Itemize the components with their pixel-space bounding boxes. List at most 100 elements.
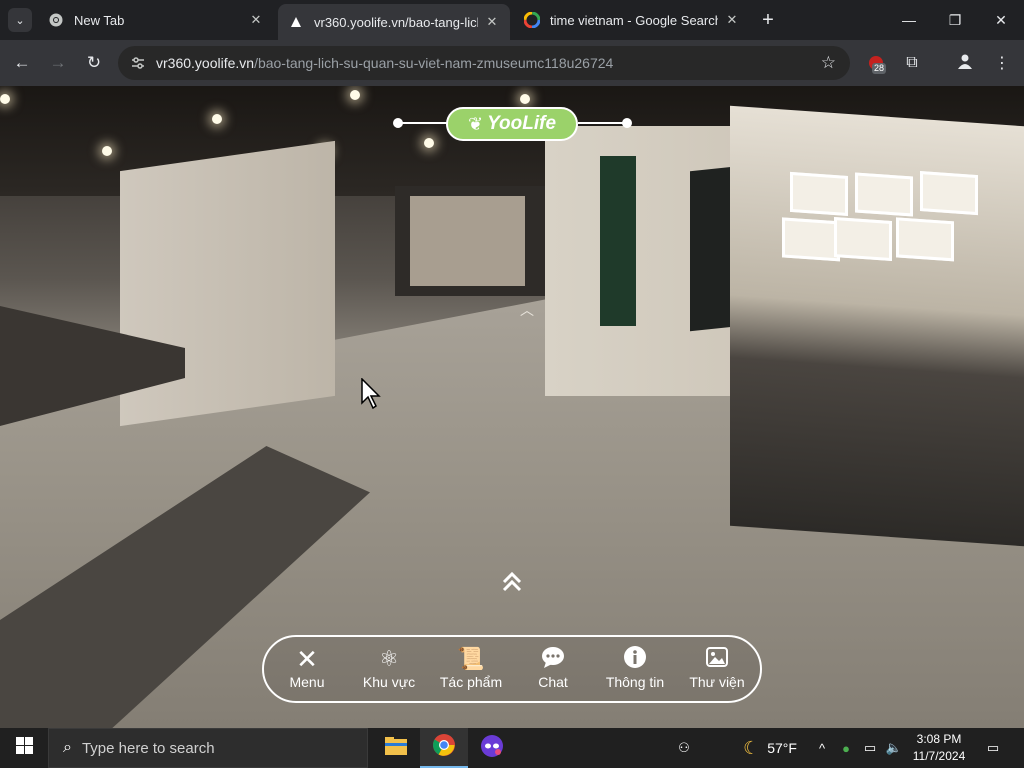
ceiling-light: [520, 94, 530, 104]
gallery-icon: [677, 645, 757, 673]
logo-text: YooLife: [487, 113, 557, 134]
weather-widget[interactable]: ☾ 57°F: [730, 728, 810, 768]
file-explorer-button[interactable]: [372, 728, 420, 768]
site-settings-icon[interactable]: [130, 55, 146, 71]
address-bar[interactable]: vr360.yoolife.vn/bao-tang-lich-su-quan-s…: [118, 46, 850, 80]
chevron-up-icon: ^: [818, 740, 826, 756]
ceiling-light: [102, 146, 112, 156]
url-text[interactable]: vr360.yoolife.vn/bao-tang-lich-su-quan-s…: [156, 55, 613, 71]
network-button[interactable]: ▭: [860, 728, 880, 768]
info-icon: [595, 645, 675, 673]
taskbar-clock[interactable]: 3:08 PM 11/7/2024: [910, 731, 968, 765]
nav-hotspot-far[interactable]: ︿: [515, 300, 539, 318]
tab-search-button[interactable]: ⌄: [8, 8, 32, 32]
back-button[interactable]: ←: [10, 51, 34, 75]
arrow-left-icon: ←: [13, 53, 31, 72]
puzzle-icon: ⧉: [906, 54, 918, 71]
menu-button-tac-pham[interactable]: 📜 Tác phẩm: [431, 645, 511, 697]
chrome-icon: [48, 12, 64, 28]
vr-viewport[interactable]: ❦ YooLife ︿ ✕ Menu ⚛ Khu vực 📜 Tác phẩm …: [0, 86, 1024, 728]
menu-button-close[interactable]: ✕ Menu: [267, 645, 347, 697]
app-taskbar-button[interactable]: [468, 728, 516, 768]
ceiling-light: [424, 138, 434, 148]
tab-title: time vietnam - Google Search: [550, 12, 718, 28]
historic-photo-panel: [730, 105, 1024, 547]
menu-button-thu-vien[interactable]: Thư viện: [677, 645, 757, 697]
start-button[interactable]: [0, 728, 48, 768]
menu-button[interactable]: ⋮: [990, 51, 1014, 75]
tab-title: New Tab: [74, 12, 125, 28]
tour-menu-bar: ✕ Menu ⚛ Khu vực 📜 Tác phẩm Chat Thông t…: [262, 635, 762, 703]
notifications-button[interactable]: ▭: [978, 728, 1008, 768]
network-icon: ▭: [863, 740, 877, 755]
taskbar-search-box[interactable]: ⌕ Type here to search: [48, 728, 368, 768]
nav-hotspot-forward[interactable]: [497, 570, 527, 600]
forward-button[interactable]: →: [46, 51, 70, 75]
ceiling-light: [350, 90, 360, 100]
menu-label: Menu: [289, 674, 325, 690]
bookmark-star-icon[interactable]: ☆: [821, 53, 836, 73]
minimize-icon: —: [902, 12, 916, 28]
extensions-button[interactable]: ⧉: [900, 51, 924, 75]
logo-dot-right: [622, 118, 632, 128]
close-icon[interactable]: ✕: [484, 14, 500, 30]
yoolife-logo[interactable]: ❦ YooLife: [446, 107, 578, 141]
chrome-icon: [432, 733, 456, 762]
profile-button[interactable]: [953, 51, 977, 75]
logo-dot-left: [393, 118, 403, 128]
photo-frame: [834, 216, 892, 262]
chrome-taskbar-button[interactable]: [420, 728, 468, 768]
menu-label: Khu vực: [362, 674, 416, 690]
user-status-icon[interactable]: ●: [836, 728, 856, 768]
atom-icon: ⚛: [379, 646, 399, 671]
people-icon: ⚇: [678, 740, 690, 755]
search-placeholder: Type here to search: [81, 739, 215, 757]
profile-icon: [957, 53, 973, 74]
chevron-down-icon: ⌄: [15, 14, 25, 27]
menu-button-thong-tin[interactable]: Thông tin: [595, 645, 675, 697]
arrow-right-icon: →: [49, 53, 67, 72]
clock-date: 11/7/2024: [912, 749, 966, 763]
more-vert-icon: ⋮: [994, 55, 1010, 72]
restore-icon: ❐: [948, 11, 962, 28]
user-green-icon: ●: [842, 740, 850, 756]
plus-icon: +: [762, 8, 774, 31]
moon-icon: ☾: [743, 737, 760, 758]
url-host: vr360.yoolife.vn: [156, 55, 255, 71]
close-icon: ✕: [296, 644, 318, 674]
speaker-icon: 🔈: [885, 740, 903, 755]
tab-new-tab[interactable]: New Tab ✕: [38, 4, 274, 36]
menu-button-chat[interactable]: Chat: [513, 645, 593, 697]
folder-icon: [385, 736, 407, 760]
tab-strip: ⌄ New Tab ✕ vr360.yoolife.vn/bao-tang-li…: [0, 0, 1024, 40]
tab-title: vr360.yoolife.vn/bao-tang-lich-: [314, 14, 478, 30]
tab-vr360[interactable]: vr360.yoolife.vn/bao-tang-lich- ✕: [278, 4, 510, 40]
logo-line-right: [578, 122, 626, 124]
reload-button[interactable]: ↻: [82, 51, 106, 75]
minimize-button[interactable]: —: [886, 0, 932, 40]
windows-logo-icon: [15, 737, 33, 759]
extension-badge-count: 28: [872, 63, 887, 74]
close-icon: ✕: [995, 11, 1007, 28]
chevron-up-icon: ︿: [520, 302, 534, 318]
close-icon[interactable]: ✕: [248, 12, 264, 28]
clock-time: 3:08 PM: [916, 732, 962, 746]
url-path: /bao-tang-lich-su-quan-su-viet-nam-zmuse…: [254, 55, 614, 71]
menu-button-khu-vuc[interactable]: ⚛ Khu vực: [349, 645, 429, 697]
tab-google-search[interactable]: time vietnam - Google Search ✕: [514, 4, 750, 36]
leaf-icon: ❦: [467, 113, 484, 134]
google-icon: [524, 12, 540, 28]
restore-button[interactable]: ❐: [932, 0, 978, 40]
new-tab-button[interactable]: +: [756, 8, 780, 32]
photo-frame: [855, 172, 913, 217]
ceiling-light: [212, 114, 222, 124]
close-icon[interactable]: ✕: [724, 12, 740, 28]
photo-frame: [920, 171, 978, 216]
photo-frame: [896, 217, 954, 262]
menu-label: Thông tin: [605, 674, 665, 690]
volume-button[interactable]: 🔈: [884, 728, 904, 768]
double-chevron-up-icon: [500, 571, 524, 600]
close-window-button[interactable]: ✕: [978, 0, 1024, 40]
people-button[interactable]: ⚇: [672, 728, 696, 768]
show-hidden-icons-button[interactable]: ^: [814, 728, 830, 768]
